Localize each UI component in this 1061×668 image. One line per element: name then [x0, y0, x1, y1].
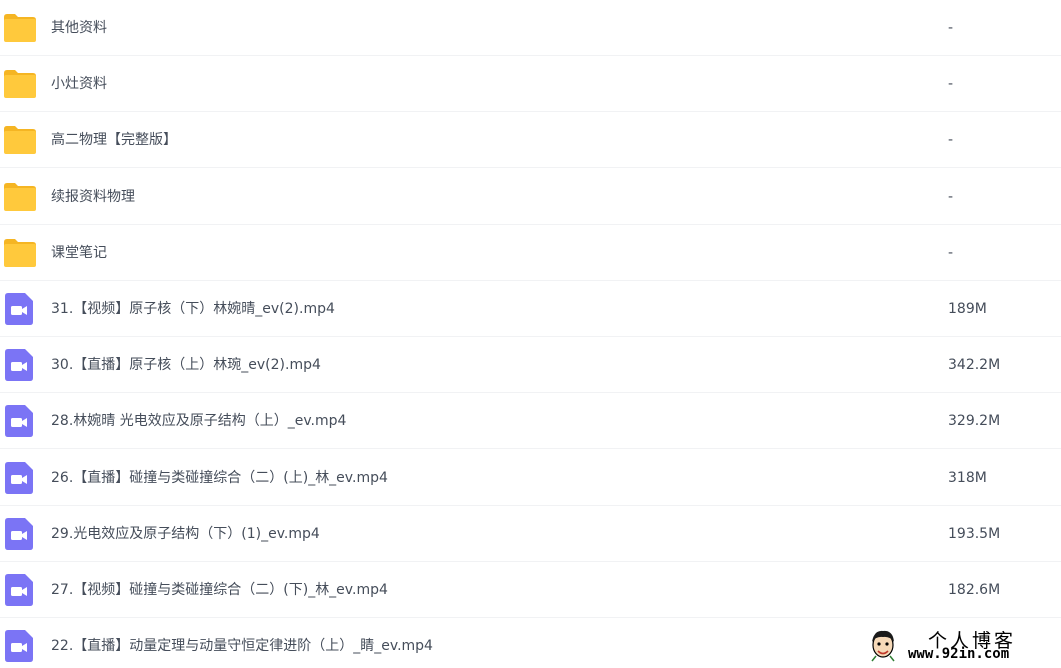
file-name[interactable]: 22.【直播】动量定理与动量守恒定律进阶（上）_睛_ev.mp4: [51, 618, 433, 668]
file-size: -: [948, 76, 954, 92]
file-row[interactable]: 26.【直播】碰撞与类碰撞综合（二）(上)_林_ev.mp4 318M: [0, 450, 1061, 506]
video-file-icon[interactable]: [5, 462, 33, 494]
blog-watermark: 个人博客 www.92in.com: [866, 624, 1056, 666]
file-size: 193.5M: [948, 526, 1001, 542]
video-file-icon[interactable]: [5, 405, 33, 437]
file-size: 189M: [948, 301, 987, 317]
video-file-icon[interactable]: [5, 349, 33, 381]
folder-row[interactable]: 小灶资料 -: [0, 56, 1061, 112]
watermark-url: www.92in.com: [908, 646, 1010, 662]
file-name[interactable]: 27.【视频】碰撞与类碰撞综合（二）(下)_林_ev.mp4: [51, 562, 388, 618]
file-row[interactable]: 31.【视频】原子核（下）林婉晴_ev(2).mp4 189M: [0, 281, 1061, 337]
folder-row[interactable]: 高二物理【完整版】 -: [0, 112, 1061, 168]
folder-icon[interactable]: [4, 183, 36, 211]
folder-row[interactable]: 续报资料物理 -: [0, 169, 1061, 225]
video-file-icon[interactable]: [5, 574, 33, 606]
file-name[interactable]: 30.【直播】原子核（上）林琬_ev(2).mp4: [51, 337, 321, 393]
file-size: -: [948, 132, 954, 148]
file-size: -: [948, 189, 954, 205]
folder-icon[interactable]: [4, 239, 36, 267]
file-row[interactable]: 30.【直播】原子核（上）林琬_ev(2).mp4 342.2M: [0, 337, 1061, 393]
file-name[interactable]: 31.【视频】原子核（下）林婉晴_ev(2).mp4: [51, 281, 335, 337]
file-row[interactable]: 27.【视频】碰撞与类碰撞综合（二）(下)_林_ev.mp4 182.6M: [0, 562, 1061, 618]
file-size: 342.2M: [948, 357, 1001, 373]
file-list: 其他资料 - 小灶资料 - 高二物理【完整版】 - 续报资料物理 - 课堂笔记 - 31.【视频】原…: [0, 0, 1061, 668]
folder-row[interactable]: 课堂笔记 -: [0, 225, 1061, 281]
file-size: -: [948, 245, 954, 261]
file-name[interactable]: 其他资料: [51, 0, 107, 56]
file-name[interactable]: 26.【直播】碰撞与类碰撞综合（二）(上)_林_ev.mp4: [51, 450, 388, 506]
video-file-icon[interactable]: [5, 630, 33, 662]
file-name[interactable]: 28.林婉晴 光电效应及原子结构（上）_ev.mp4: [51, 393, 346, 449]
file-size: 329.2M: [948, 413, 1001, 429]
file-size: -: [948, 20, 954, 36]
folder-icon[interactable]: [4, 70, 36, 98]
video-file-icon[interactable]: [5, 293, 33, 325]
folder-icon[interactable]: [4, 14, 36, 42]
file-size: 182.6M: [948, 582, 1001, 598]
file-row[interactable]: 29.光电效应及原子结构（下）(1)_ev.mp4 193.5M: [0, 506, 1061, 562]
file-name[interactable]: 续报资料物理: [51, 169, 135, 225]
file-name[interactable]: 高二物理【完整版】: [51, 112, 177, 168]
video-file-icon[interactable]: [5, 518, 33, 550]
cartoon-avatar-icon: [871, 630, 895, 662]
folder-row[interactable]: 其他资料 -: [0, 0, 1061, 56]
file-name[interactable]: 小灶资料: [51, 56, 107, 112]
file-name[interactable]: 29.光电效应及原子结构（下）(1)_ev.mp4: [51, 506, 320, 562]
file-name[interactable]: 课堂笔记: [51, 225, 107, 281]
file-size: 318M: [948, 470, 987, 486]
file-row[interactable]: 28.林婉晴 光电效应及原子结构（上）_ev.mp4 329.2M: [0, 393, 1061, 449]
folder-icon[interactable]: [4, 126, 36, 154]
